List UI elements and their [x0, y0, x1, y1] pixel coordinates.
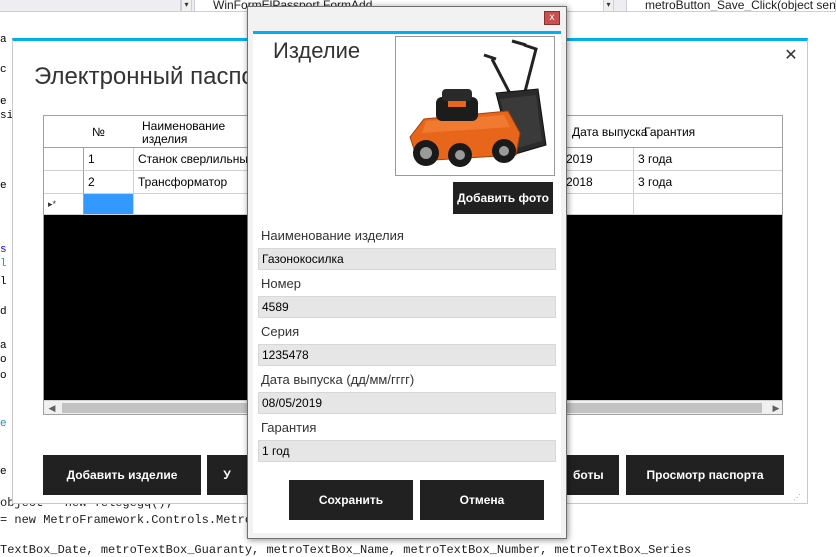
row-header[interactable]: [44, 171, 84, 194]
code-fragment: a: [0, 340, 7, 352]
code-fragment: o: [0, 354, 7, 366]
code-line-text: TextBox_Date, metroTextBox_Guaranty, met…: [0, 543, 692, 557]
ide-combo-dropdown-arrow[interactable]: ▾: [180, 0, 192, 12]
warranty-label: Гарантия: [261, 420, 317, 435]
save-button[interactable]: Сохранить: [289, 480, 413, 520]
ide-method-combo-label: metroButton_Save_Click(object sender: [645, 0, 836, 12]
main-form-title: Электронный паспорт: [34, 63, 279, 90]
product-photo: [395, 36, 555, 176]
table-cell-date[interactable]: 2018: [564, 171, 634, 194]
table-cell-empty[interactable]: [634, 194, 782, 215]
works-button[interactable]: боты: [567, 455, 619, 495]
column-header-number[interactable]: №: [84, 126, 105, 139]
number-field[interactable]: 4589: [258, 296, 556, 318]
code-fragment: d: [0, 306, 7, 318]
code-fragment: l: [0, 276, 7, 288]
code-fragment: e: [0, 466, 7, 478]
series-label: Серия: [261, 324, 300, 339]
code-fragment: s: [0, 244, 7, 256]
table-cell-date[interactable]: 2019: [564, 148, 634, 171]
new-row-marker[interactable]: ▸*: [44, 194, 84, 215]
code-fragment: o: [0, 370, 7, 382]
column-header-warranty[interactable]: Гарантия: [636, 126, 695, 139]
table-cell-warranty[interactable]: 3 года: [634, 171, 782, 194]
chevron-down-icon: ▾: [603, 0, 613, 11]
number-label: Номер: [261, 276, 302, 291]
lawn-mower-image: [409, 39, 547, 167]
code-fragment: l: [0, 258, 7, 270]
code-fragment: e: [0, 180, 7, 192]
code-fragment: a: [0, 34, 7, 46]
code-fragment: e: [0, 96, 7, 108]
close-icon[interactable]: x: [544, 11, 560, 25]
product-dialog-window: x Изделие Добавить фото Наименование изд…: [247, 6, 567, 539]
product-dialog-body: Изделие Добавить фото Наименование издел…: [253, 31, 561, 533]
dialog-title: Изделие: [273, 38, 361, 63]
release-date-label: Дата выпуска (дд/мм/гггг): [261, 372, 415, 387]
table-cell-empty[interactable]: [564, 194, 634, 215]
view-passport-button[interactable]: Просмотр паспорта: [626, 455, 784, 495]
code-line: TextBox_Date, metroTextBox_Guaranty, met…: [0, 543, 691, 557]
code-fragment: e: [0, 418, 7, 430]
column-header-name[interactable]: Наименование изделия: [134, 120, 254, 146]
add-photo-button[interactable]: Добавить фото: [453, 182, 553, 214]
table-cell-number[interactable]: 2: [84, 171, 134, 194]
release-date-field[interactable]: 08/05/2019: [258, 392, 556, 414]
ide-method-combo[interactable]: metroButton_Save_Click(object sender: [626, 0, 836, 12]
series-field[interactable]: 1235478: [258, 344, 556, 366]
scroll-right-icon[interactable]: ▶: [768, 401, 782, 414]
cancel-button[interactable]: Отмена: [420, 480, 544, 520]
edit-item-button[interactable]: У: [207, 455, 247, 495]
code-fragment: c: [0, 64, 7, 76]
table-cell-number[interactable]: 1: [84, 148, 134, 171]
column-header-date[interactable]: Дата выпуска: [564, 126, 647, 139]
table-cell-warranty[interactable]: 3 года: [634, 148, 782, 171]
close-icon[interactable]: ✕: [781, 45, 801, 65]
scroll-left-icon[interactable]: ◀: [44, 401, 60, 414]
table-cell-selected[interactable]: [84, 194, 134, 215]
name-label: Наименование изделия: [261, 228, 404, 243]
warranty-field[interactable]: 1 год: [258, 440, 556, 462]
name-field[interactable]: Газонокосилка: [258, 248, 556, 270]
add-item-button[interactable]: Добавить изделие: [43, 455, 201, 495]
resize-grip-icon[interactable]: ⋰: [793, 493, 805, 503]
row-header[interactable]: [44, 148, 84, 171]
